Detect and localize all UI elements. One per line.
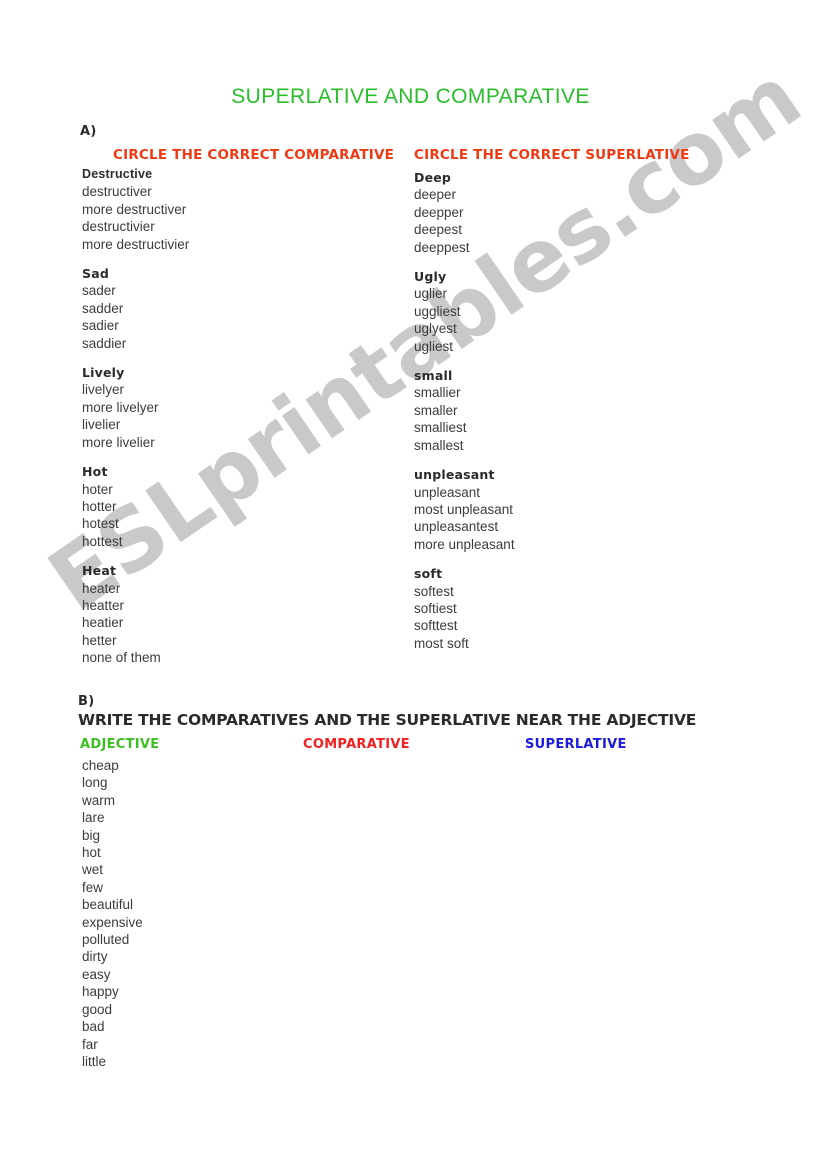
answer-option[interactable]: hetter: [82, 632, 382, 649]
answer-option[interactable]: deeper: [414, 186, 714, 203]
answer-option[interactable]: most unpleasant: [414, 501, 714, 518]
answer-option[interactable]: more destructivier: [82, 236, 382, 253]
adjective-item[interactable]: few: [82, 879, 282, 896]
answer-option[interactable]: more unpleasant: [414, 536, 714, 553]
column-header-superlative: SUPERLATIVE: [525, 737, 627, 752]
answer-option[interactable]: hotest: [82, 515, 382, 532]
circle-correct-comparative-heading: CIRCLE THE CORRECT COMPARATIVE: [113, 147, 395, 163]
answer-option[interactable]: more livelier: [82, 434, 382, 451]
column-header-comparative: COMPARATIVE: [303, 737, 410, 752]
adjective-item[interactable]: happy: [82, 983, 282, 1000]
headword: soft: [414, 566, 443, 582]
answer-option[interactable]: destructiver: [82, 183, 382, 200]
word-group: soft softest softiest softtest most soft: [414, 565, 714, 652]
answer-option[interactable]: smaller: [414, 402, 714, 419]
headword: unpleasant: [414, 467, 495, 483]
answer-option[interactable]: sadier: [82, 317, 382, 334]
word-group: Ugly uglier uggliest uglyest ugliest: [414, 268, 714, 355]
word-group: Sad sader sadder sadier saddier: [82, 265, 382, 352]
headword: Deep: [414, 170, 452, 185]
headword: Ugly: [414, 269, 447, 285]
answer-option[interactable]: none of them: [82, 649, 382, 666]
adjective-item[interactable]: beautiful: [82, 896, 282, 913]
headword: Destructive: [82, 167, 153, 181]
adjective-item[interactable]: wet: [82, 861, 282, 878]
headword: Lively: [82, 365, 125, 381]
word-group: Lively livelyer more livelyer livelier more …: [82, 364, 382, 451]
answer-option[interactable]: heatter: [82, 597, 382, 614]
comparative-exercise-column: Destructive destructiver more destructiver…: [82, 166, 382, 679]
column-header-adjective: ADJECTIVE: [80, 737, 160, 752]
answer-option[interactable]: uglier: [414, 285, 714, 302]
adjective-list: cheap long warm lare big hot wet few beautiful ex…: [82, 757, 282, 1070]
word-group: Hot hoter hotter hotest hottest: [82, 463, 382, 550]
headword: Heat: [82, 563, 117, 579]
adjective-item[interactable]: hot: [82, 844, 282, 861]
answer-option[interactable]: heater: [82, 580, 382, 597]
adjective-item[interactable]: good: [82, 1001, 282, 1018]
section-b-column-headers: ADJECTIVE COMPARATIVE SUPERLATIVE: [0, 737, 821, 757]
adjective-item[interactable]: long: [82, 774, 282, 791]
answer-option[interactable]: heatier: [82, 614, 382, 631]
word-group: unpleasant unpleasant most unpleasant unple…: [414, 466, 714, 553]
answer-option[interactable]: uglyest: [414, 320, 714, 337]
adjective-item[interactable]: far: [82, 1036, 282, 1053]
headword: small: [414, 368, 453, 384]
word-group: Deep deeper deepper deepest deeppest: [414, 169, 714, 256]
adjective-item[interactable]: expensive: [82, 914, 282, 931]
headword: Sad: [82, 266, 109, 282]
word-group: Heat heater heatter heatier hetter none of th…: [82, 562, 382, 666]
answer-option[interactable]: softiest: [414, 600, 714, 617]
answer-option[interactable]: deeppest: [414, 239, 714, 256]
answer-option[interactable]: livelyer: [82, 381, 382, 398]
section-b-instruction: WRITE THE COMPARATIVES AND THE SUPERLATI…: [78, 711, 697, 729]
answer-option[interactable]: destructivier: [82, 218, 382, 235]
headword: Hot: [82, 464, 108, 480]
adjective-item[interactable]: cheap: [82, 757, 282, 774]
adjective-item[interactable]: dirty: [82, 948, 282, 965]
answer-option[interactable]: unpleasant: [414, 484, 714, 501]
answer-option[interactable]: deepest: [414, 221, 714, 238]
circle-correct-superlative-heading: CIRCLE THE CORRECT SUPERLATIVE: [414, 147, 690, 163]
adjective-item[interactable]: lare: [82, 809, 282, 826]
answer-option[interactable]: deepper: [414, 204, 714, 221]
section-a-letter: A): [80, 124, 97, 139]
adjective-item[interactable]: warm: [82, 792, 282, 809]
answer-option[interactable]: sadder: [82, 300, 382, 317]
answer-option[interactable]: unpleasantest: [414, 518, 714, 535]
answer-option[interactable]: more livelyer: [82, 399, 382, 416]
section-b-letter: B): [78, 694, 95, 709]
answer-option[interactable]: softest: [414, 583, 714, 600]
answer-option[interactable]: hottest: [82, 533, 382, 550]
answer-option[interactable]: hoter: [82, 481, 382, 498]
adjective-item[interactable]: bad: [82, 1018, 282, 1035]
adjective-item[interactable]: polluted: [82, 931, 282, 948]
superlative-exercise-column: Deep deeper deepper deepest deeppest Ugly ugli…: [414, 169, 714, 664]
answer-option[interactable]: softtest: [414, 617, 714, 634]
answer-option[interactable]: saddier: [82, 335, 382, 352]
answer-option[interactable]: most soft: [414, 635, 714, 652]
answer-option[interactable]: smalliest: [414, 419, 714, 436]
answer-option[interactable]: ugliest: [414, 338, 714, 355]
answer-option[interactable]: hotter: [82, 498, 382, 515]
answer-option[interactable]: more destructiver: [82, 201, 382, 218]
word-group: Destructive destructiver more destructiver…: [82, 166, 382, 253]
answer-option[interactable]: sader: [82, 282, 382, 299]
answer-option[interactable]: smallier: [414, 384, 714, 401]
adjective-item[interactable]: big: [82, 827, 282, 844]
answer-option[interactable]: livelier: [82, 416, 382, 433]
answer-option[interactable]: smallest: [414, 437, 714, 454]
page-title: SUPERLATIVE AND COMPARATIVE: [231, 85, 590, 108]
adjective-item[interactable]: easy: [82, 966, 282, 983]
answer-option[interactable]: uggliest: [414, 303, 714, 320]
adjective-item[interactable]: little: [82, 1053, 282, 1070]
worksheet-page: ESLprintables.com SUPERLATIVE AND COMPAR…: [0, 0, 821, 1161]
word-group: small smallier smaller smalliest smallest: [414, 367, 714, 454]
